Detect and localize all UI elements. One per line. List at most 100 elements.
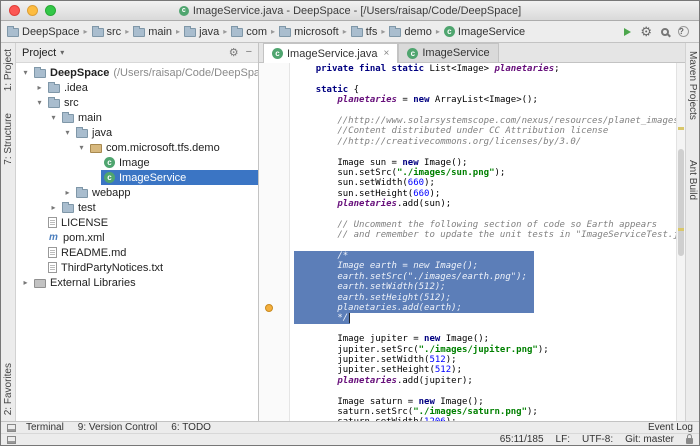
- chevron-right-icon[interactable]: ▸: [34, 83, 45, 92]
- code-line[interactable]: // Uncomment the following section of co…: [294, 220, 685, 230]
- minimize-window-button[interactable]: [27, 5, 38, 16]
- tool-tab-ant-build[interactable]: Ant Build: [687, 160, 698, 200]
- breadcrumb-item[interactable]: com: [231, 26, 267, 38]
- breadcrumb-item[interactable]: cImageService: [444, 26, 525, 38]
- tree-item-external-libraries[interactable]: ▸External Libraries: [16, 275, 258, 290]
- chevron-down-icon[interactable]: ▾: [60, 48, 64, 57]
- code-line[interactable]: [294, 241, 685, 251]
- tool-tab-1-project[interactable]: 1: Project: [3, 49, 14, 91]
- code-line[interactable]: [294, 106, 685, 116]
- code-line[interactable]: Image sun = new Image();: [294, 158, 685, 168]
- code-line[interactable]: /*: [294, 251, 685, 261]
- line-separator[interactable]: LF:: [556, 434, 570, 445]
- chevron-down-icon[interactable]: ▾: [48, 113, 59, 122]
- git-branch[interactable]: Git: master: [625, 434, 674, 445]
- chevron-down-icon[interactable]: ▾: [34, 98, 45, 107]
- editor-gutter[interactable]: [259, 63, 290, 421]
- toolwindow-switcher-icon[interactable]: [7, 424, 16, 432]
- tree-item-pom-xml[interactable]: mpom.xml: [16, 230, 258, 245]
- code-line[interactable]: Image saturn = new Image();: [294, 397, 685, 407]
- code-line[interactable]: [294, 74, 685, 84]
- tree-item-webapp[interactable]: ▸webapp: [16, 185, 258, 200]
- code-line[interactable]: [294, 386, 685, 396]
- tree-item-deepspace[interactable]: ▾DeepSpace (/Users/raisap/Code/DeepSpace…: [16, 65, 258, 80]
- code-line[interactable]: saturn.setSrc("./images/saturn.png");: [294, 407, 685, 417]
- code-area[interactable]: private final static List<Image> planeta…: [290, 63, 685, 421]
- code-line[interactable]: */: [294, 313, 685, 323]
- lock-icon[interactable]: [686, 438, 693, 444]
- tree-item-test[interactable]: ▸test: [16, 200, 258, 215]
- breadcrumb-item[interactable]: microsoft: [279, 26, 339, 38]
- tool-tab-7-structure[interactable]: 7: Structure: [3, 113, 14, 165]
- code-line[interactable]: planetaries.add(sun);: [294, 199, 685, 209]
- code-line[interactable]: Image jupiter = new Image();: [294, 334, 685, 344]
- caret-position[interactable]: 65:11/185: [500, 434, 544, 445]
- tree-item-com-microsoft-tfs-demo[interactable]: ▾com.microsoft.tfs.demo: [16, 140, 258, 155]
- settings-gear-icon[interactable]: ⚙: [229, 46, 239, 59]
- code-line[interactable]: jupiter.setWidth(512);: [294, 355, 685, 365]
- tree-item-src[interactable]: ▾src: [16, 95, 258, 110]
- code-line[interactable]: jupiter.setHeight(512);: [294, 365, 685, 375]
- code-line[interactable]: static {: [294, 85, 685, 95]
- code-line[interactable]: earth.setHeight(512);: [294, 293, 685, 303]
- editor-tab-imageservice[interactable]: cImageService: [398, 43, 498, 62]
- breadcrumb-item[interactable]: main: [133, 26, 172, 38]
- run-icon[interactable]: [624, 28, 631, 36]
- code-line[interactable]: earth.setWidth(512);: [294, 282, 685, 292]
- tool-tab-maven-projects[interactable]: Maven Projects: [687, 51, 698, 120]
- chevron-right-icon[interactable]: ▸: [62, 188, 73, 197]
- tree-item-idea[interactable]: ▸.idea: [16, 80, 258, 95]
- code-line[interactable]: sun.setHeight(660);: [294, 189, 685, 199]
- code-line[interactable]: [294, 147, 685, 157]
- tree-item-imageservice[interactable]: cImageService: [16, 170, 258, 185]
- code-line[interactable]: // and remember to update the unit tests…: [294, 230, 685, 240]
- code-line[interactable]: private final static List<Image> planeta…: [294, 64, 685, 74]
- code-line[interactable]: [294, 209, 685, 219]
- code-line[interactable]: sun.setSrc("./images/sun.png");: [294, 168, 685, 178]
- editor-scrollbar[interactable]: [676, 63, 685, 421]
- settings-gear-icon[interactable]: ⚙: [640, 24, 652, 40]
- help-icon[interactable]: ?: [678, 26, 689, 37]
- breadcrumb-item[interactable]: DeepSpace: [7, 26, 80, 38]
- quick-access-icon[interactable]: [7, 436, 16, 444]
- tool-tab-2-favorites[interactable]: 2: Favorites: [3, 363, 14, 415]
- tree-item-readme-md[interactable]: README.md: [16, 245, 258, 260]
- tool-button-terminal[interactable]: Terminal: [26, 422, 64, 433]
- chevron-down-icon[interactable]: ▾: [62, 128, 73, 137]
- search-icon[interactable]: [661, 28, 669, 36]
- tree-item-license[interactable]: LICENSE: [16, 215, 258, 230]
- scrollbar-thumb[interactable]: [678, 149, 684, 256]
- chevron-right-icon[interactable]: ▸: [20, 278, 31, 287]
- code-line[interactable]: Image earth = new Image();: [294, 261, 685, 271]
- close-window-button[interactable]: [9, 5, 20, 16]
- code-line[interactable]: jupiter.setSrc("./images/jupiter.png");: [294, 345, 685, 355]
- chevron-down-icon[interactable]: ▾: [76, 143, 87, 152]
- code-line[interactable]: //Content distributed under CC Attributi…: [294, 126, 685, 136]
- zoom-window-button[interactable]: [45, 5, 56, 16]
- code-line[interactable]: //http://creativecommons.org/licenses/by…: [294, 137, 685, 147]
- editor-tab-imageservice-java[interactable]: cImageService.java×: [263, 43, 398, 63]
- tree-item-main[interactable]: ▾main: [16, 110, 258, 125]
- chevron-down-icon[interactable]: ▾: [20, 68, 31, 77]
- tool-button-9-version-control[interactable]: 9: Version Control: [78, 422, 158, 433]
- breadcrumb-item[interactable]: src: [92, 26, 122, 38]
- breadcrumb-item[interactable]: tfs: [351, 26, 378, 38]
- chevron-right-icon[interactable]: ▸: [48, 203, 59, 212]
- hide-panel-icon[interactable]: −: [246, 46, 252, 59]
- code-line[interactable]: [294, 324, 685, 334]
- file-encoding[interactable]: UTF-8:: [582, 434, 613, 445]
- code-line[interactable]: earth.setSrc("./images/earth.png");: [294, 272, 685, 282]
- code-line[interactable]: //http://www.solarsystemscope.com/nexus/…: [294, 116, 685, 126]
- code-line[interactable]: sun.setWidth(660);: [294, 178, 685, 188]
- code-line[interactable]: planetaries.add(jupiter);: [294, 376, 685, 386]
- tree-item-image[interactable]: cImage: [16, 155, 258, 170]
- code-line[interactable]: planetaries = new ArrayList<Image>();: [294, 95, 685, 105]
- breadcrumb-item[interactable]: demo: [389, 26, 432, 38]
- tool-button-event-log[interactable]: Event Log: [648, 422, 693, 433]
- breadcrumb-item[interactable]: java: [184, 26, 219, 38]
- tool-button-6-todo[interactable]: 6: TODO: [171, 422, 211, 433]
- code-line[interactable]: planetaries.add(earth);: [294, 303, 685, 313]
- close-icon[interactable]: ×: [384, 48, 390, 59]
- tree-item-java[interactable]: ▾java: [16, 125, 258, 140]
- code-line[interactable]: saturn.setWidth(1206);: [294, 417, 685, 421]
